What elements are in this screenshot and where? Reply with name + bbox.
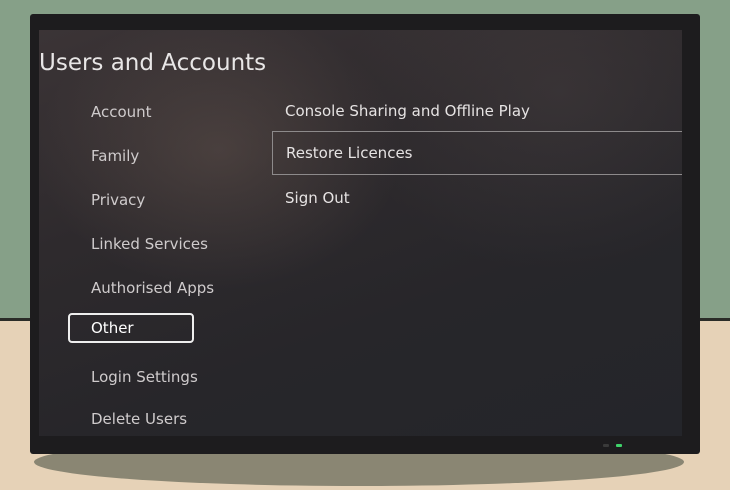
sidebar-item-family[interactable]: Family xyxy=(91,147,139,165)
sidebar-item-account[interactable]: Account xyxy=(91,103,152,121)
console-sharing-offline-play-option[interactable]: Console Sharing and Offline Play xyxy=(285,102,530,120)
tv-bezel: Users and Accounts Account Family Privac… xyxy=(30,14,700,454)
tv-screen: Users and Accounts Account Family Privac… xyxy=(39,30,682,436)
power-indicator xyxy=(616,444,622,447)
sidebar-item-other[interactable]: Other xyxy=(68,313,194,343)
sidebar-item-privacy[interactable]: Privacy xyxy=(91,191,145,209)
page-title: Users and Accounts xyxy=(39,50,267,76)
sidebar-item-delete-users[interactable]: Delete Users xyxy=(91,410,187,428)
sidebar-item-authorised-apps[interactable]: Authorised Apps xyxy=(91,279,214,297)
standby-indicator xyxy=(603,444,609,447)
sidebar-item-login-settings[interactable]: Login Settings xyxy=(91,368,198,386)
sidebar-item-linked-services[interactable]: Linked Services xyxy=(91,235,208,253)
sign-out-option[interactable]: Sign Out xyxy=(285,189,350,207)
restore-licences-option[interactable]: Restore Licences xyxy=(272,131,682,175)
